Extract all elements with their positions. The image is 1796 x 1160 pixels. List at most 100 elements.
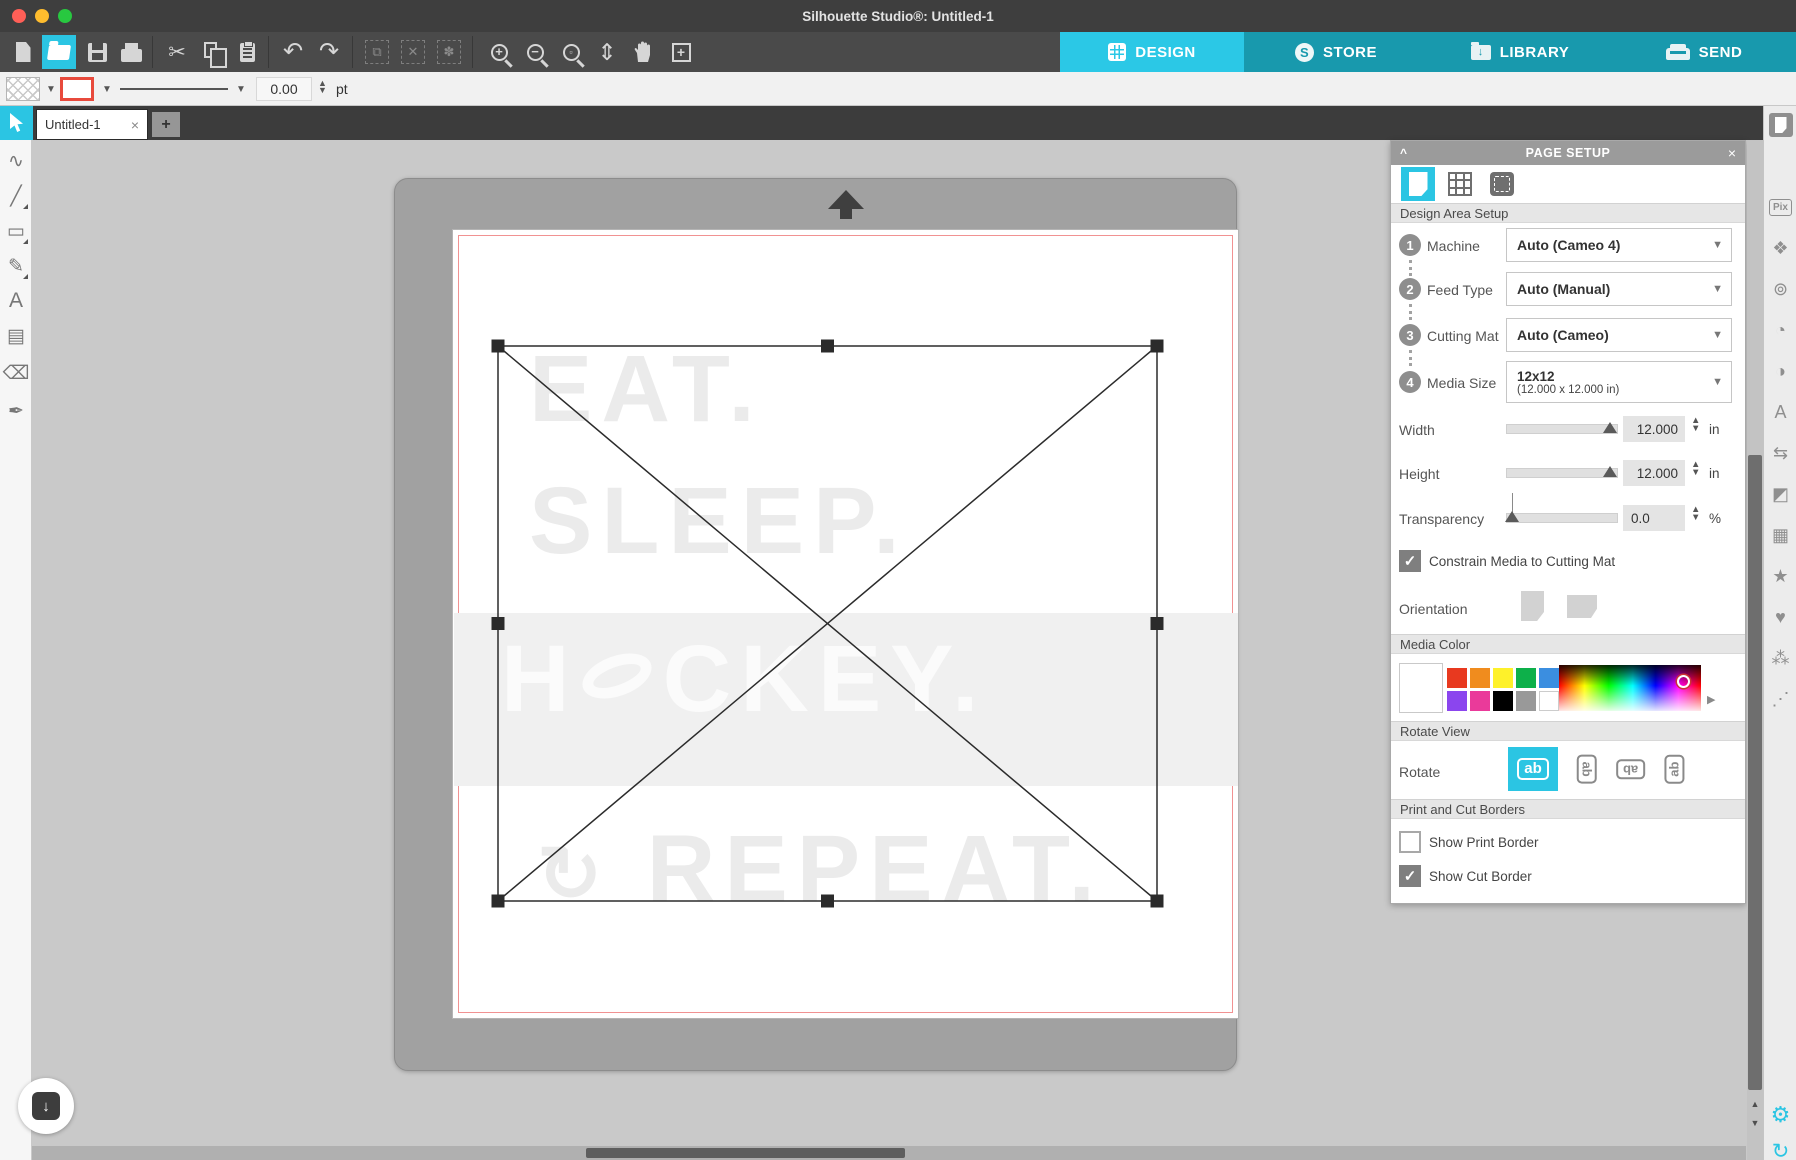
horizontal-scrollbar[interactable] [32, 1146, 1746, 1160]
feed-type-dropdown[interactable]: Auto (Manual) ▼ [1506, 272, 1732, 306]
add-document-tab-button[interactable]: + [152, 112, 180, 137]
duplicate-button-disabled[interactable]: ⧉ [362, 37, 392, 67]
transparency-slider-thumb[interactable] [1505, 511, 1519, 522]
line-tool[interactable]: ╱ [2, 181, 30, 211]
panel-tab-page[interactable] [1401, 167, 1435, 201]
media-color-swatch[interactable] [1470, 691, 1490, 711]
media-color-swatch[interactable] [1470, 668, 1490, 688]
panel-vertical-scrollbar[interactable]: ▲ ▼ [1747, 140, 1763, 1160]
media-color-swatch[interactable] [1447, 691, 1467, 711]
vertical-scrollbar-thumb[interactable] [1748, 455, 1762, 1090]
knife-tool[interactable]: ✒ [2, 396, 30, 426]
media-color-swatch[interactable] [1539, 691, 1559, 711]
rhinestone-panel-button[interactable]: ⁂ [1768, 645, 1793, 671]
shadow-panel-button[interactable]: ◑ [1768, 358, 1793, 384]
orientation-portrait-button[interactable] [1521, 591, 1544, 621]
preferences-button[interactable]: ⚙ [1768, 1102, 1793, 1128]
line-thickness-input[interactable]: 0.00 [256, 77, 312, 101]
trace-panel-button[interactable]: ❖ [1768, 235, 1793, 261]
trace-button-disabled[interactable]: ✽ [434, 37, 464, 67]
media-color-swatch[interactable] [1516, 668, 1536, 688]
cut-button[interactable]: ✂ [162, 37, 192, 67]
collapse-panel-icon[interactable]: ^ [1400, 146, 1407, 160]
line-color-dropdown-arrow[interactable]: ▼ [102, 84, 112, 95]
line-style-sample[interactable] [120, 88, 228, 90]
rotate-180-button[interactable]: ab [1615, 753, 1647, 785]
print-button[interactable] [116, 37, 146, 67]
drag-zoom-button[interactable]: ▫ [556, 37, 586, 67]
media-color-swatch[interactable] [1516, 691, 1536, 711]
rotate-270-button[interactable]: ab [1659, 753, 1691, 785]
tab-send[interactable]: SEND [1612, 32, 1796, 72]
line-thickness-stepper[interactable]: ▲ ▼ [318, 80, 327, 94]
show-cut-border-checkbox[interactable]: ✓ [1399, 865, 1421, 887]
height-slider-thumb[interactable] [1603, 466, 1617, 477]
gradient-picker-marker[interactable] [1677, 675, 1690, 688]
sticky-note-tool[interactable]: ▤ [2, 321, 30, 351]
tab-design[interactable]: DESIGN [1060, 32, 1244, 72]
favorites-panel-button[interactable]: ♥ [1768, 604, 1793, 630]
sync-button[interactable]: ↻ [1768, 1138, 1793, 1160]
eraser-tool[interactable]: ⌫ [2, 358, 30, 388]
scroll-up-button[interactable]: ▲ [1747, 1095, 1763, 1112]
transparency-slider[interactable] [1506, 513, 1618, 523]
media-color-swatch[interactable] [1447, 668, 1467, 688]
document-tab-close-icon[interactable]: × [131, 117, 139, 133]
point-editing-tool[interactable]: ∿ [2, 146, 30, 176]
media-color-swatch[interactable] [1539, 668, 1559, 688]
open-button[interactable] [42, 35, 76, 69]
zoom-in-button[interactable]: + [484, 37, 514, 67]
scale-panel-button[interactable]: ◔ [1768, 317, 1793, 343]
export-download-button[interactable]: ↓ [18, 1078, 74, 1134]
text-style-panel-button[interactable]: A [1768, 399, 1793, 425]
line-color-swatch[interactable] [60, 77, 94, 101]
tab-store[interactable]: S STORE [1244, 32, 1428, 72]
width-slider-thumb[interactable] [1603, 422, 1617, 433]
page-setup-panel-button[interactable] [1768, 112, 1793, 138]
panel-tab-grid[interactable] [1443, 167, 1477, 201]
new-document-button[interactable] [8, 37, 38, 67]
sketch-panel-button[interactable]: ⋰ [1768, 686, 1793, 712]
height-value-input[interactable]: 12.000 [1623, 460, 1685, 486]
delete-button-disabled[interactable]: ✕ [398, 37, 428, 67]
select-tool-active[interactable] [0, 106, 33, 140]
rectangle-tool[interactable]: ▭ [2, 216, 30, 246]
line-style-dropdown-arrow[interactable]: ▼ [236, 84, 246, 95]
width-value-input[interactable]: 12.000 [1623, 416, 1685, 442]
rotate-90-button[interactable]: ab [1571, 753, 1603, 785]
pixscan-panel-button[interactable]: Pix [1768, 194, 1793, 220]
width-slider[interactable] [1506, 424, 1618, 434]
copy-button[interactable] [198, 37, 228, 67]
media-color-gradient-picker[interactable] [1559, 665, 1701, 711]
offset-panel-button[interactable]: ⊚ [1768, 276, 1793, 302]
height-slider[interactable] [1506, 468, 1618, 478]
rotate-0-button[interactable]: ab [1508, 747, 1558, 791]
scroll-down-button[interactable]: ▼ [1747, 1114, 1763, 1131]
document-tab-untitled-1[interactable]: Untitled-1 × [36, 109, 148, 140]
zoom-out-button[interactable]: − [520, 37, 550, 67]
media-size-dropdown[interactable]: 12x12 (12.000 x 12.000 in) ▼ [1506, 361, 1732, 403]
fit-to-page-button[interactable]: + [666, 37, 696, 67]
fit-height-button[interactable]: ⇕ [592, 37, 622, 67]
stepper-down-icon[interactable]: ▼ [318, 87, 327, 94]
fill-none-swatch[interactable] [6, 77, 40, 101]
image-effects-panel-button[interactable]: ▦ [1768, 522, 1793, 548]
cutting-mat-dropdown[interactable]: Auto (Cameo) ▼ [1506, 318, 1732, 352]
transparency-stepper[interactable]: ▲▼ [1691, 506, 1700, 522]
media-color-current-swatch[interactable] [1399, 663, 1443, 713]
tab-library[interactable]: ↓ LIBRARY [1428, 32, 1612, 72]
machine-dropdown[interactable]: Auto (Cameo 4) ▼ [1506, 228, 1732, 262]
save-button[interactable] [82, 37, 112, 67]
orientation-landscape-button[interactable] [1567, 595, 1597, 618]
transparency-value-input[interactable]: 0.0 [1623, 505, 1685, 531]
fill-dropdown-arrow[interactable]: ▼ [46, 84, 56, 95]
paste-button[interactable] [232, 37, 262, 67]
horizontal-scrollbar-thumb[interactable] [586, 1148, 905, 1158]
show-print-border-checkbox[interactable] [1399, 831, 1421, 853]
media-color-swatch[interactable] [1493, 668, 1513, 688]
pan-button[interactable] [628, 37, 658, 67]
styles-panel-button[interactable]: ★ [1768, 563, 1793, 589]
modify-panel-button[interactable]: ◩ [1768, 481, 1793, 507]
media-color-swatch[interactable] [1493, 691, 1513, 711]
constrain-media-checkbox[interactable]: ✓ [1399, 550, 1421, 572]
